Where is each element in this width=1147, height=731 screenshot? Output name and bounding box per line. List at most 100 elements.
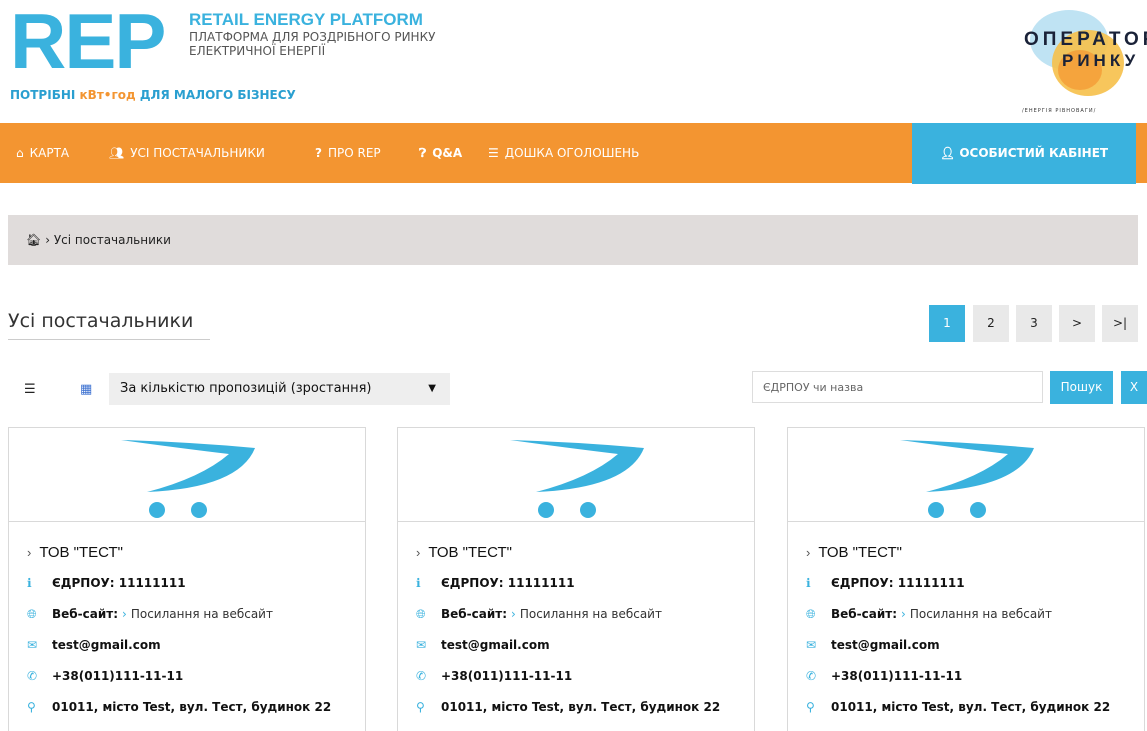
chevron-right-icon: › [806, 545, 811, 560]
question-icon: ? [315, 146, 322, 160]
supplier-name[interactable]: › ТОВ "ТЕСТ" [416, 544, 754, 561]
edrpou-row: ℹ ЄДРПОУ: 11111111 [416, 574, 754, 592]
edrpou-row: ℹ ЄДРПОУ: 11111111 [806, 574, 1144, 592]
website-link[interactable]: Посилання на вебсайт [910, 607, 1052, 621]
supplier-name[interactable]: › ТОВ "ТЕСТ" [806, 544, 1144, 561]
users-icon: 👥︎ [109, 146, 125, 160]
supplier-name[interactable]: › ТОВ "ТЕСТ" [27, 544, 365, 561]
page-3-button[interactable]: 3 [1016, 305, 1052, 342]
supplier-card[interactable]: › ТОВ "ТЕСТ" ℹ ЄДРПОУ: 11111111 🌐︎ Веб-сайт… [397, 427, 755, 731]
site-header: REP RETAIL ENERGY PLATFORM ПЛАТФОРМА ДЛЯ… [0, 0, 1147, 123]
website-link[interactable]: Посилання на вебсайт [131, 607, 273, 621]
map-marker-icon: ⚲ [806, 700, 815, 714]
rep-logo[interactable]: REP [10, 2, 166, 80]
envelope-icon: ✉ [416, 638, 427, 652]
email-row: ✉ test@gmail.com [806, 636, 1144, 654]
edrpou-row: ℹ ЄДРПОУ: 11111111 [27, 574, 365, 592]
address-row: ⚲ 01011, місто Test, вул. Тест, будинок 2… [806, 698, 1144, 716]
supplier-logo [788, 428, 1144, 522]
cart-logo-icon [900, 440, 1034, 518]
info-icon: ℹ [416, 576, 421, 590]
phone-icon: ✆ [416, 669, 427, 683]
supplier-logo [9, 428, 365, 522]
search-input[interactable] [752, 371, 1043, 403]
email-row: ✉ test@gmail.com [27, 636, 365, 654]
edrpou-text: ЄДРПОУ: 11111111 [441, 576, 575, 590]
chevron-right-icon: › [27, 545, 32, 560]
info-icon: ℹ [27, 576, 32, 590]
phone-text: +38(011)111-11-11 [441, 669, 573, 683]
globe-icon: 🌐︎ [27, 607, 37, 621]
website-label: Веб-сайт: [831, 607, 898, 621]
website-row: 🌐︎ Веб-сайт: › Посилання на вебсайт [416, 605, 754, 623]
tagline-post: ДЛЯ МАЛОГО БІЗНЕСУ [135, 88, 296, 102]
address-row: ⚲ 01011, місто Test, вул. Тест, будинок 2… [27, 698, 365, 716]
page-2-button[interactable]: 2 [973, 305, 1009, 342]
home-icon[interactable]: 🏠︎ [26, 215, 41, 265]
next-page-button[interactable]: > [1059, 305, 1095, 342]
nav-item-about[interactable]: ? ПРО REP [315, 123, 381, 183]
globe-icon: 🌐︎ [416, 607, 426, 621]
supplier-logo [398, 428, 754, 522]
list-view-icon[interactable]: ☰ [24, 382, 36, 397]
phone-row: ✆ +38(011)111-11-11 [806, 667, 1144, 685]
website-link[interactable]: Посилання на вебсайт [520, 607, 662, 621]
address-text: 01011, місто Test, вул. Тест, будинок 22 [52, 700, 332, 714]
breadcrumb-separator: › [45, 233, 54, 247]
operator-logo-line3: /ЕНЕРГІЯ РІВНОВАГИ/ [1022, 108, 1097, 114]
nav-item-label: УСІ ПОСТАЧАЛЬНИКИ [130, 146, 265, 160]
info-icon: ℹ [806, 576, 811, 590]
phone-row: ✆ +38(011)111-11-11 [27, 667, 365, 685]
sort-select[interactable]: За кількістю пропозицій (зростання) ▼ [109, 373, 450, 405]
brand-subtitle-line2: ЕЛЕКТРИЧНОЇ ЕНЕРГІЇ [189, 44, 326, 58]
email-text[interactable]: test@gmail.com [52, 638, 161, 652]
tagline: ПОТРІБНІ кВт•год ДЛЯ МАЛОГО БІЗНЕСУ [10, 88, 296, 102]
market-operator-logo[interactable]: ОПЕРАТОР РИНКУ /ЕНЕРГІЯ РІВНОВАГИ/ [1010, 8, 1147, 114]
address-text: 01011, місто Test, вул. Тест, будинок 22 [831, 700, 1111, 714]
home-icon: ⌂ [16, 146, 24, 160]
nav-item-board[interactable]: ☰ ДОШКА ОГОЛОШЕНЬ [488, 123, 639, 183]
tagline-pre: ПОТРІБНІ [10, 88, 80, 102]
nav-item-label: ДОШКА ОГОЛОШЕНЬ [504, 146, 640, 160]
page-title: Усі постачальники [8, 310, 194, 332]
nav-item-label: Q&A [432, 146, 463, 160]
phone-text: +38(011)111-11-11 [831, 669, 963, 683]
chevron-right-icon: › [511, 607, 516, 621]
personal-cabinet-button[interactable]: 👤︎ ОСОБИСТИЙ КАБІНЕТ [912, 123, 1136, 184]
supplier-card[interactable]: › ТОВ "ТЕСТ" ℹ ЄДРПОУ: 11111111 🌐︎ Веб-сайт… [8, 427, 366, 731]
last-page-button[interactable]: >| [1102, 305, 1138, 342]
website-row: 🌐︎ Веб-сайт: › Посилання на вебсайт [806, 605, 1144, 623]
sort-value: За кількістю пропозицій (зростання) [120, 381, 372, 396]
page-1-button[interactable]: 1 [929, 305, 965, 342]
title-underline [8, 339, 210, 340]
address-text: 01011, місто Test, вул. Тест, будинок 22 [441, 700, 721, 714]
email-row: ✉ test@gmail.com [416, 636, 754, 654]
supplier-name-text: ТОВ "ТЕСТ" [428, 544, 512, 561]
nav-item-qa[interactable]: ❓︎ Q&A [419, 123, 462, 183]
phone-icon: ✆ [806, 669, 817, 683]
website-row: 🌐︎ Веб-сайт: › Посилання на вебсайт [27, 605, 365, 623]
map-marker-icon: ⚲ [27, 700, 36, 714]
nav-item-label: ПРО REP [327, 146, 381, 160]
email-text[interactable]: test@gmail.com [831, 638, 940, 652]
grid-view-icon[interactable]: ▦ [80, 382, 92, 397]
nav-item-suppliers[interactable]: 👥︎ УСІ ПОСТАЧАЛЬНИКИ [109, 123, 265, 183]
edrpou-text: ЄДРПОУ: 11111111 [831, 576, 965, 590]
globe-icon: 🌐︎ [806, 607, 816, 621]
envelope-icon: ✉ [27, 638, 38, 652]
address-row: ⚲ 01011, місто Test, вул. Тест, будинок 2… [416, 698, 754, 716]
brand-subtitle-line1: ПЛАТФОРМА ДЛЯ РОЗДРІБНОГО РИНКУ [189, 30, 436, 44]
phone-icon: ✆ [27, 669, 38, 683]
nav-item-map[interactable]: ⌂ КАРТА [16, 123, 69, 183]
chevron-right-icon: › [901, 607, 906, 621]
operator-logo-line2: РИНКУ [1062, 51, 1140, 70]
operator-logo-line1: ОПЕРАТОР [1024, 29, 1147, 50]
email-text[interactable]: test@gmail.com [441, 638, 550, 652]
clear-search-button[interactable]: X [1121, 371, 1147, 404]
edrpou-text: ЄДРПОУ: 11111111 [52, 576, 186, 590]
supplier-card[interactable]: › ТОВ "ТЕСТ" ℹ ЄДРПОУ: 11111111 🌐︎ Веб-сайт… [787, 427, 1145, 731]
website-label: Веб-сайт: [52, 607, 119, 621]
search-button[interactable]: Пошук [1050, 371, 1113, 404]
tagline-highlight: кВт•год [79, 88, 136, 102]
cabinet-label: ОСОБИСТИЙ КАБІНЕТ [959, 146, 1109, 160]
